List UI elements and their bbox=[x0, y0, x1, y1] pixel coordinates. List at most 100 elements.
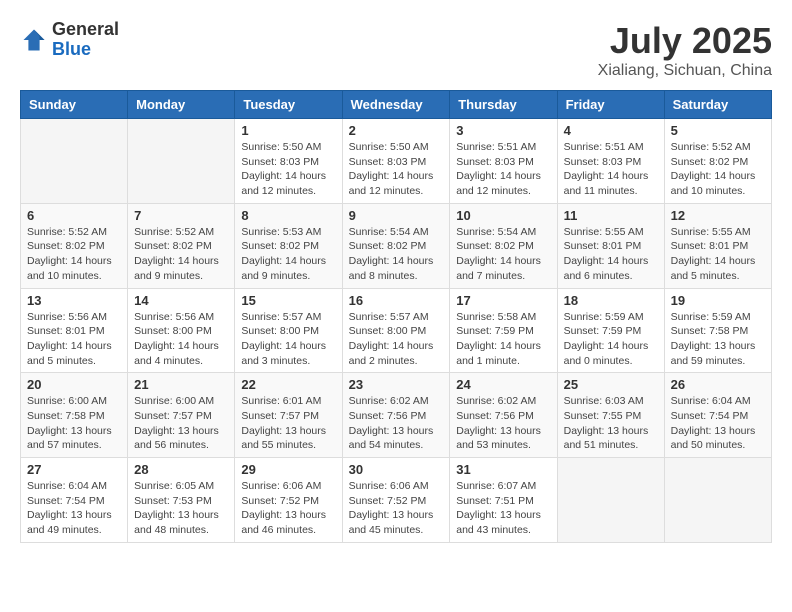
day-number: 4 bbox=[564, 123, 658, 138]
calendar-cell: 27 Sunrise: 6:04 AMSunset: 7:54 PMDayligh… bbox=[21, 458, 128, 543]
day-number: 23 bbox=[349, 377, 444, 392]
day-info: Sunrise: 6:00 AMSunset: 7:57 PMDaylight:… bbox=[134, 394, 228, 453]
logo-text: General Blue bbox=[52, 20, 119, 60]
day-info: Sunrise: 6:00 AMSunset: 7:58 PMDaylight:… bbox=[27, 394, 121, 453]
calendar-cell bbox=[128, 119, 235, 204]
calendar-header-thursday: Thursday bbox=[450, 91, 557, 119]
calendar-cell: 31 Sunrise: 6:07 AMSunset: 7:51 PMDayligh… bbox=[450, 458, 557, 543]
calendar-cell: 8 Sunrise: 5:53 AMSunset: 8:02 PMDaylight… bbox=[235, 203, 342, 288]
day-number: 24 bbox=[456, 377, 550, 392]
calendar-week-row: 20 Sunrise: 6:00 AMSunset: 7:58 PMDayligh… bbox=[21, 373, 772, 458]
calendar-header-tuesday: Tuesday bbox=[235, 91, 342, 119]
day-info: Sunrise: 5:50 AMSunset: 8:03 PMDaylight:… bbox=[349, 140, 444, 199]
day-info: Sunrise: 5:57 AMSunset: 8:00 PMDaylight:… bbox=[349, 310, 444, 369]
calendar-cell: 10 Sunrise: 5:54 AMSunset: 8:02 PMDayligh… bbox=[450, 203, 557, 288]
calendar-cell: 11 Sunrise: 5:55 AMSunset: 8:01 PMDayligh… bbox=[557, 203, 664, 288]
day-number: 22 bbox=[241, 377, 335, 392]
day-number: 20 bbox=[27, 377, 121, 392]
day-number: 28 bbox=[134, 462, 228, 477]
day-info: Sunrise: 6:02 AMSunset: 7:56 PMDaylight:… bbox=[456, 394, 550, 453]
day-info: Sunrise: 6:03 AMSunset: 7:55 PMDaylight:… bbox=[564, 394, 658, 453]
day-number: 8 bbox=[241, 208, 335, 223]
calendar-cell: 5Sunrise: 5:52 AMSunset: 8:02 PMDaylight… bbox=[664, 119, 771, 204]
calendar-header-sunday: Sunday bbox=[21, 91, 128, 119]
calendar-cell: 29 Sunrise: 6:06 AMSunset: 7:52 PMDayligh… bbox=[235, 458, 342, 543]
day-info: Sunrise: 5:52 AMSunset: 8:02 PMDaylight:… bbox=[134, 225, 228, 284]
day-number: 9 bbox=[349, 208, 444, 223]
calendar-cell: 30 Sunrise: 6:06 AMSunset: 7:52 PMDayligh… bbox=[342, 458, 450, 543]
logo-general-text: General bbox=[52, 20, 119, 40]
calendar-cell: 21 Sunrise: 6:00 AMSunset: 7:57 PMDayligh… bbox=[128, 373, 235, 458]
calendar-cell: 13 Sunrise: 5:56 AMSunset: 8:01 PMDayligh… bbox=[21, 288, 128, 373]
calendar-cell: 4 Sunrise: 5:51 AMSunset: 8:03 PMDaylight… bbox=[557, 119, 664, 204]
day-number: 2 bbox=[349, 123, 444, 138]
day-info: Sunrise: 5:58 AMSunset: 7:59 PMDaylight:… bbox=[456, 310, 550, 369]
page-header: General Blue July 2025 Xialiang, Sichuan… bbox=[20, 20, 772, 80]
day-info: Sunrise: 5:52 AMSunset: 8:02 PMDaylight:… bbox=[27, 225, 121, 284]
day-info: Sunrise: 6:06 AMSunset: 7:52 PMDaylight:… bbox=[241, 479, 335, 538]
calendar-cell: 12 Sunrise: 5:55 AMSunset: 8:01 PMDayligh… bbox=[664, 203, 771, 288]
calendar-header-wednesday: Wednesday bbox=[342, 91, 450, 119]
day-info: Sunrise: 5:53 AMSunset: 8:02 PMDaylight:… bbox=[241, 225, 335, 284]
logo: General Blue bbox=[20, 20, 119, 60]
calendar-cell: 19 Sunrise: 5:59 AMSunset: 7:58 PMDayligh… bbox=[664, 288, 771, 373]
calendar-cell: 23 Sunrise: 6:02 AMSunset: 7:56 PMDayligh… bbox=[342, 373, 450, 458]
logo-blue-text: Blue bbox=[52, 40, 119, 60]
title-section: July 2025 Xialiang, Sichuan, China bbox=[598, 20, 772, 80]
day-info: Sunrise: 5:55 AMSunset: 8:01 PMDaylight:… bbox=[671, 225, 765, 284]
day-number: 12 bbox=[671, 208, 765, 223]
calendar-cell: 7Sunrise: 5:52 AMSunset: 8:02 PMDaylight… bbox=[128, 203, 235, 288]
day-number: 18 bbox=[564, 293, 658, 308]
day-number: 31 bbox=[456, 462, 550, 477]
day-number: 19 bbox=[671, 293, 765, 308]
day-info: Sunrise: 5:50 AMSunset: 8:03 PMDaylight:… bbox=[241, 140, 335, 199]
calendar-cell: 18 Sunrise: 5:59 AMSunset: 7:59 PMDayligh… bbox=[557, 288, 664, 373]
day-number: 21 bbox=[134, 377, 228, 392]
day-number: 3 bbox=[456, 123, 550, 138]
day-number: 17 bbox=[456, 293, 550, 308]
calendar-header-monday: Monday bbox=[128, 91, 235, 119]
day-info: Sunrise: 5:51 AMSunset: 8:03 PMDaylight:… bbox=[564, 140, 658, 199]
day-info: Sunrise: 6:05 AMSunset: 7:53 PMDaylight:… bbox=[134, 479, 228, 538]
day-info: Sunrise: 6:06 AMSunset: 7:52 PMDaylight:… bbox=[349, 479, 444, 538]
calendar-cell: 26 Sunrise: 6:04 AMSunset: 7:54 PMDayligh… bbox=[664, 373, 771, 458]
calendar-cell: 2 Sunrise: 5:50 AMSunset: 8:03 PMDaylight… bbox=[342, 119, 450, 204]
day-number: 10 bbox=[456, 208, 550, 223]
calendar-cell bbox=[21, 119, 128, 204]
day-info: Sunrise: 5:57 AMSunset: 8:00 PMDaylight:… bbox=[241, 310, 335, 369]
day-number: 1 bbox=[241, 123, 335, 138]
calendar-cell: 15 Sunrise: 5:57 AMSunset: 8:00 PMDayligh… bbox=[235, 288, 342, 373]
month-title: July 2025 bbox=[598, 20, 772, 62]
day-number: 27 bbox=[27, 462, 121, 477]
calendar-cell: 3Sunrise: 5:51 AMSunset: 8:03 PMDaylight… bbox=[450, 119, 557, 204]
calendar-cell: 1 Sunrise: 5:50 AMSunset: 8:03 PMDaylight… bbox=[235, 119, 342, 204]
day-number: 13 bbox=[27, 293, 121, 308]
calendar-header-saturday: Saturday bbox=[664, 91, 771, 119]
calendar-week-row: 1 Sunrise: 5:50 AMSunset: 8:03 PMDaylight… bbox=[21, 119, 772, 204]
calendar-table: SundayMondayTuesdayWednesdayThursdayFrid… bbox=[20, 90, 772, 543]
calendar-header-row: SundayMondayTuesdayWednesdayThursdayFrid… bbox=[21, 91, 772, 119]
day-number: 29 bbox=[241, 462, 335, 477]
day-info: Sunrise: 5:54 AMSunset: 8:02 PMDaylight:… bbox=[349, 225, 444, 284]
calendar-cell: 14Sunrise: 5:56 AMSunset: 8:00 PMDayligh… bbox=[128, 288, 235, 373]
day-info: Sunrise: 5:59 AMSunset: 7:59 PMDaylight:… bbox=[564, 310, 658, 369]
calendar-week-row: 6Sunrise: 5:52 AMSunset: 8:02 PMDaylight… bbox=[21, 203, 772, 288]
day-info: Sunrise: 6:04 AMSunset: 7:54 PMDaylight:… bbox=[27, 479, 121, 538]
calendar-cell: 9 Sunrise: 5:54 AMSunset: 8:02 PMDaylight… bbox=[342, 203, 450, 288]
day-number: 26 bbox=[671, 377, 765, 392]
day-info: Sunrise: 6:02 AMSunset: 7:56 PMDaylight:… bbox=[349, 394, 444, 453]
day-info: Sunrise: 5:54 AMSunset: 8:02 PMDaylight:… bbox=[456, 225, 550, 284]
day-info: Sunrise: 5:55 AMSunset: 8:01 PMDaylight:… bbox=[564, 225, 658, 284]
day-info: Sunrise: 6:04 AMSunset: 7:54 PMDaylight:… bbox=[671, 394, 765, 453]
day-number: 5 bbox=[671, 123, 765, 138]
calendar-cell: 20 Sunrise: 6:00 AMSunset: 7:58 PMDayligh… bbox=[21, 373, 128, 458]
day-info: Sunrise: 5:56 AMSunset: 8:01 PMDaylight:… bbox=[27, 310, 121, 369]
calendar-week-row: 27 Sunrise: 6:04 AMSunset: 7:54 PMDayligh… bbox=[21, 458, 772, 543]
day-number: 30 bbox=[349, 462, 444, 477]
day-number: 11 bbox=[564, 208, 658, 223]
day-number: 15 bbox=[241, 293, 335, 308]
calendar-cell bbox=[664, 458, 771, 543]
day-info: Sunrise: 5:59 AMSunset: 7:58 PMDaylight:… bbox=[671, 310, 765, 369]
day-info: Sunrise: 6:07 AMSunset: 7:51 PMDaylight:… bbox=[456, 479, 550, 538]
logo-icon bbox=[20, 26, 48, 54]
